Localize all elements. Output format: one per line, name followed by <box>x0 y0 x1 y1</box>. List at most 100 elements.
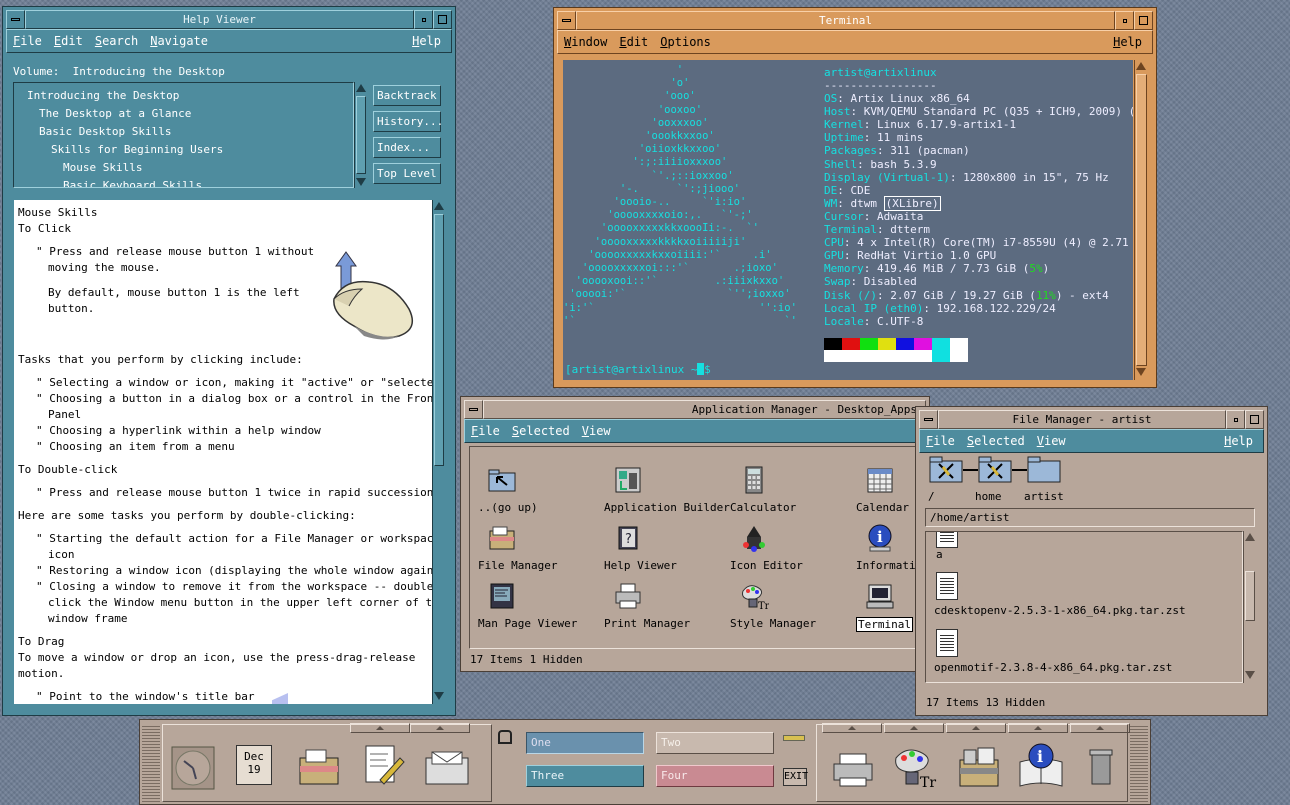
workspace-two-button[interactable]: Two <box>656 732 774 754</box>
file-manager-home-icon[interactable] <box>296 742 342 788</box>
icon-editor-icon <box>743 526 765 552</box>
help-text: click the Window menu button in the uppe… <box>48 596 432 609</box>
app-manager-icon[interactable] <box>956 744 1002 790</box>
printer-icon[interactable] <box>830 750 876 790</box>
text-editor-icon[interactable] <box>360 740 406 790</box>
terminal-titlebar[interactable]: Terminal <box>557 11 1153 30</box>
svg-text:Tr: Tr <box>920 775 936 790</box>
front-panel-left-handle[interactable] <box>142 724 160 802</box>
mailer-icon[interactable] <box>422 748 472 788</box>
subpanel-tab[interactable] <box>884 723 944 733</box>
menu-view[interactable]: View <box>582 424 611 438</box>
menu-view[interactable]: View <box>1037 434 1066 448</box>
file-item[interactable]: openmotif-2.3.8-4-x86_64.pkg.tar.zst <box>934 629 1234 674</box>
help-text: By default, mouse button 1 is the left <box>48 286 300 299</box>
menu-file[interactable]: File <box>13 34 42 48</box>
file-manager-path-field[interactable]: /home/artist <box>925 508 1255 527</box>
menu-selected[interactable]: Selected <box>967 434 1025 448</box>
toc-item-keyboard-skills[interactable]: Basic Keyboard Skills <box>63 179 202 187</box>
index-button[interactable]: Index... <box>373 137 441 158</box>
subpanel-tab[interactable] <box>1008 723 1068 733</box>
breadcrumb-home-label[interactable]: home <box>975 490 1002 503</box>
menu-file[interactable]: File <box>926 434 955 448</box>
help-manager-icon[interactable]: i <box>1016 742 1066 790</box>
toc-item-beginning-users[interactable]: Skills for Beginning Users <box>51 143 223 156</box>
date-icon[interactable]: Dec 19 <box>236 745 272 785</box>
toc-item-introducing[interactable]: Introducing the Desktop <box>27 89 179 102</box>
terminal-title[interactable]: Terminal <box>576 11 1115 30</box>
help-text: Panel <box>48 408 82 421</box>
menu-edit[interactable]: Edit <box>54 34 83 48</box>
menu-file[interactable]: File <box>471 424 500 438</box>
file-item[interactable]: cdesktopenv-2.5.3-1-x86_64.pkg.tar.zst <box>934 572 1234 617</box>
menu-edit[interactable]: Edit <box>619 35 648 49</box>
help-viewer-titlebar[interactable]: Help Viewer <box>6 10 452 29</box>
menu-help[interactable]: Help <box>1113 35 1142 49</box>
subpanel-tab[interactable] <box>1070 723 1130 733</box>
help-content-pane[interactable]: Mouse Skills To Click " Press and releas… <box>14 200 432 704</box>
breadcrumb-folder-artist-icon[interactable] <box>1027 455 1061 483</box>
window-menu-button[interactable] <box>464 400 483 419</box>
help-heading-mouse-skills: Mouse Skills <box>18 206 98 219</box>
subpanel-tab[interactable] <box>410 723 470 733</box>
help-book-icon: ? <box>618 526 638 550</box>
help-text: " Restoring a window icon (displaying th… <box>36 564 432 577</box>
maximize-button[interactable] <box>433 10 452 29</box>
menu-help[interactable]: Help <box>412 34 441 48</box>
file-item[interactable]: a <box>934 532 974 561</box>
printer-icon <box>615 583 641 609</box>
file-list-scrollbar[interactable] <box>1243 531 1256 683</box>
terminal-screen[interactable]: ' 'o' 'ooo' 'ooxoo' 'ooxxxoo' 'oookkxxoo… <box>563 60 1133 380</box>
menu-navigate[interactable]: Navigate <box>150 34 208 48</box>
breadcrumb-folder-home-icon[interactable] <box>978 455 1012 483</box>
fetch-info-line: Locale: C.UTF-8 <box>824 314 924 328</box>
file-manager-icon <box>489 526 515 550</box>
app-manager-menubar: File Selected View <box>464 419 926 443</box>
toc-item-basic-skills[interactable]: Basic Desktop Skills <box>39 125 171 138</box>
subpanel-tab[interactable] <box>350 723 410 733</box>
style-manager-icon[interactable]: Tr <box>892 744 940 790</box>
terminal-menubar: Window Edit Options Help <box>557 30 1153 54</box>
breadcrumb-folder-root-icon[interactable] <box>929 455 963 483</box>
exit-button[interactable]: EXIT <box>783 768 808 786</box>
workspace-three-button[interactable]: Three <box>526 765 644 787</box>
subpanel-tab[interactable] <box>946 723 1006 733</box>
app-builder-icon <box>615 467 641 493</box>
top-level-button[interactable]: Top Level <box>373 163 441 184</box>
artix-logo-ascii: ' 'o' 'ooo' 'ooxoo' 'ooxxxoo' 'oookkxxoo… <box>563 64 797 327</box>
menu-options[interactable]: Options <box>660 35 711 49</box>
terminal-scrollbar[interactable] <box>1134 60 1148 380</box>
maximize-button[interactable] <box>1134 11 1153 30</box>
menu-selected[interactable]: Selected <box>512 424 570 438</box>
lock-icon[interactable] <box>498 730 512 744</box>
app-manager-titlebar[interactable]: Application Manager - Desktop_Apps <box>464 400 926 419</box>
help-content-scrollbar[interactable] <box>432 200 445 704</box>
workspace-four-button[interactable]: Four <box>656 765 774 787</box>
menu-help[interactable]: Help <box>1224 434 1253 448</box>
breadcrumb-artist-label[interactable]: artist <box>1024 490 1064 503</box>
help-viewer-title[interactable]: Help Viewer <box>25 10 414 29</box>
minimize-button[interactable] <box>1115 11 1134 30</box>
toc-scrollbar[interactable] <box>354 82 367 188</box>
backtrack-button[interactable]: Backtrack <box>373 85 441 106</box>
minimize-button[interactable] <box>1226 410 1245 429</box>
subpanel-tab[interactable] <box>822 723 882 733</box>
menu-search[interactable]: Search <box>95 34 138 48</box>
app-manager-title[interactable]: Application Manager - Desktop_Apps <box>483 400 926 419</box>
window-menu-button[interactable] <box>6 10 25 29</box>
toc-item-mouse-skills[interactable]: Mouse Skills <box>63 161 142 174</box>
window-menu-button[interactable] <box>919 410 938 429</box>
history-button[interactable]: History... <box>373 111 443 132</box>
file-manager-titlebar[interactable]: File Manager - artist <box>919 410 1264 429</box>
clock-icon[interactable] <box>170 745 216 791</box>
maximize-button[interactable] <box>1245 410 1264 429</box>
window-menu-button[interactable] <box>557 11 576 30</box>
trash-can-icon[interactable] <box>1086 746 1116 790</box>
minimize-button[interactable] <box>414 10 433 29</box>
file-manager-title[interactable]: File Manager - artist <box>938 410 1226 429</box>
menu-window[interactable]: Window <box>564 35 607 49</box>
breadcrumb-root-label[interactable]: / <box>928 490 935 503</box>
front-panel-right-handle[interactable] <box>1130 724 1148 802</box>
workspace-one-button[interactable]: One <box>526 732 644 754</box>
toc-item-glance[interactable]: The Desktop at a Glance <box>39 107 191 120</box>
